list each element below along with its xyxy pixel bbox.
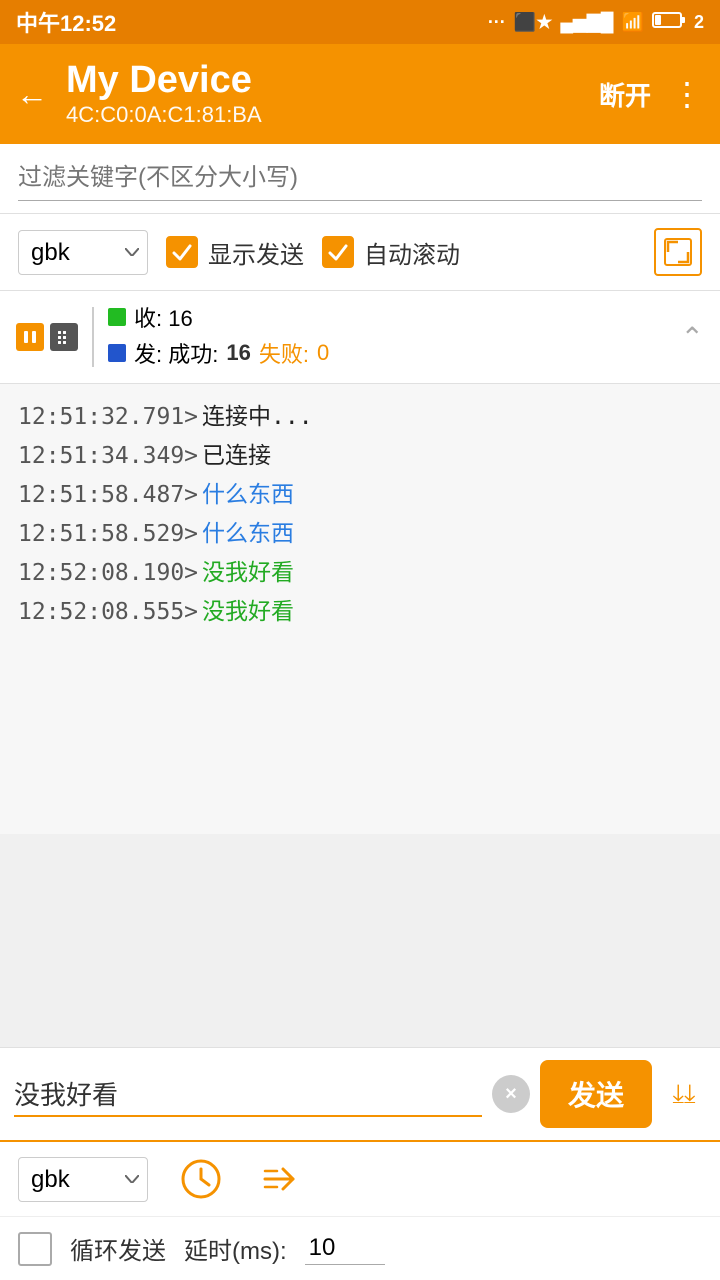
log-time-2: 12:51:58.487> (18, 476, 198, 515)
loop-send-checkbox[interactable] (18, 1232, 52, 1266)
log-msg-0: 连接中... (202, 398, 313, 437)
recv-stats: 收: 16 (134, 301, 193, 333)
send-expand-button[interactable]: ⤓⤓ (662, 1072, 706, 1116)
pause-icon-row (16, 323, 78, 351)
header-title-block: My Device 4C:C0:0A:C1:81:BA (66, 60, 599, 128)
quick-send-button[interactable] (254, 1154, 304, 1204)
recv-indicator (108, 308, 126, 326)
back-button[interactable]: ← (16, 76, 48, 113)
pause-icon[interactable] (16, 323, 44, 351)
show-send-checkbox[interactable] (166, 236, 198, 268)
header-actions: 断开 ⋮ (599, 75, 704, 113)
status-bar: 中午12:52 ··· ⬛★ ▄▅▇█ 📶 2 (0, 0, 720, 44)
log-msg-5: 没我好看 (202, 593, 294, 632)
clear-log-icon[interactable] (50, 323, 78, 351)
encoding-select-bottom[interactable]: gbk utf-8 ascii (18, 1157, 148, 1202)
history-button[interactable] (176, 1154, 226, 1204)
log-entry-0: 12:51:32.791> 连接中... (18, 398, 702, 437)
stats-text: 收: 16 发: 成功: 16 失败: 0 (108, 301, 671, 373)
stats-row: 收: 16 发: 成功: 16 失败: 0 ⌃ (0, 291, 720, 384)
log-time-1: 12:51:34.349> (18, 437, 198, 476)
disconnect-button[interactable]: 断开 (599, 76, 651, 113)
send-stats-prefix: 发: 成功: (134, 337, 218, 369)
log-time-5: 12:52:08.555> (18, 593, 198, 632)
send-button[interactable]: 发送 (540, 1060, 652, 1128)
encoding-select-top[interactable]: gbk utf-8 ascii (18, 230, 148, 275)
send-input[interactable] (14, 1072, 482, 1117)
log-entry-4: 12:52:08.190> 没我好看 (18, 554, 702, 593)
auto-scroll-group: 自动滚动 (322, 235, 460, 270)
send-stats-line: 发: 成功: 16 失败: 0 (108, 337, 671, 369)
battery-level: 2 (694, 12, 704, 33)
loop-row: 循环发送 延时(ms): (0, 1217, 720, 1280)
log-entry-5: 12:52:08.555> 没我好看 (18, 593, 702, 632)
collapse-button[interactable]: ⌃ (681, 321, 704, 354)
status-icons: ··· ⬛★ ▄▅▇█ 📶 2 (488, 11, 704, 34)
header: ← My Device 4C:C0:0A:C1:81:BA 断开 ⋮ (0, 44, 720, 144)
expand-button[interactable] (654, 228, 702, 276)
clear-input-button[interactable]: × (492, 1075, 530, 1113)
send-fail-prefix: 失败: (259, 337, 309, 369)
controls-row: gbk utf-8 ascii 显示发送 自动滚动 (0, 214, 720, 291)
battery-icon (652, 11, 686, 34)
chevron-down-icon: ⤓⤓ (673, 1078, 696, 1110)
send-success-count: 16 (226, 340, 250, 366)
more-menu-button[interactable]: ⋮ (671, 75, 704, 113)
device-name: My Device (66, 60, 599, 102)
log-area: 12:51:32.791> 连接中... 12:51:34.349> 已连接 1… (0, 384, 720, 834)
bluetooth-icon: ⬛★ (514, 12, 553, 33)
device-mac: 4C:C0:0A:C1:81:BA (66, 102, 599, 128)
options-row: gbk utf-8 ascii (0, 1142, 720, 1217)
stats-icons (16, 323, 78, 351)
filter-bar (0, 144, 720, 214)
log-msg-1: 已连接 (202, 437, 271, 476)
log-time-0: 12:51:32.791> (18, 398, 198, 437)
send-row: × 发送 ⤓⤓ (0, 1048, 720, 1142)
bottom-bar: × 发送 ⤓⤓ gbk utf-8 ascii (0, 1047, 720, 1280)
filter-input[interactable] (18, 156, 702, 201)
log-msg-2: 什么东西 (202, 476, 294, 515)
loop-send-label: 循环发送 (70, 1231, 166, 1266)
status-time: 中午12:52 (16, 6, 116, 38)
send-indicator (108, 344, 126, 362)
log-time-4: 12:52:08.190> (18, 554, 198, 593)
log-msg-3: 什么东西 (202, 515, 294, 554)
stats-divider (92, 307, 94, 367)
signal-dots-icon: ··· (488, 12, 506, 33)
log-entry-3: 12:51:58.529> 什么东西 (18, 515, 702, 554)
recv-stats-line: 收: 16 (108, 301, 671, 333)
signal-bars-icon: ▄▅▇█ (560, 12, 613, 33)
show-send-group: 显示发送 (166, 235, 304, 270)
log-entry-2: 12:51:58.487> 什么东西 (18, 476, 702, 515)
wifi-icon: 📶 (622, 12, 644, 33)
send-fail-count: 0 (317, 340, 329, 366)
log-msg-4: 没我好看 (202, 554, 294, 593)
log-entry-1: 12:51:34.349> 已连接 (18, 437, 702, 476)
auto-scroll-label: 自动滚动 (364, 235, 460, 270)
delay-input[interactable] (305, 1232, 385, 1265)
delay-label: 延时(ms): (184, 1231, 287, 1266)
auto-scroll-checkbox[interactable] (322, 236, 354, 268)
show-send-label: 显示发送 (208, 235, 304, 270)
log-time-3: 12:51:58.529> (18, 515, 198, 554)
